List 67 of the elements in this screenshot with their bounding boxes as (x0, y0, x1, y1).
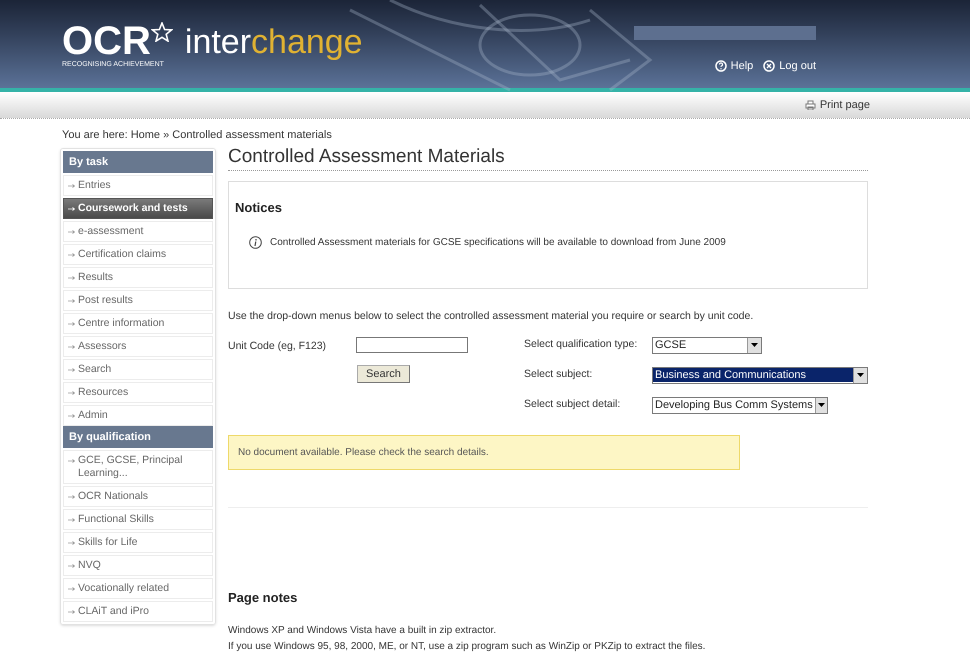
sidebar-item[interactable]: Skills for Life (63, 532, 213, 553)
arrow-icon (68, 564, 75, 568)
dropdown[interactable]: Business and Communications (652, 366, 868, 384)
dropdown[interactable]: GCSE (652, 336, 762, 354)
arrow-icon (68, 610, 75, 614)
arrow-icon (68, 253, 75, 257)
select-label: Select subject detail: (524, 397, 622, 412)
sidebar-item[interactable]: Entries (63, 175, 213, 196)
sidebar-item[interactable]: Results (63, 267, 213, 288)
sidebar-item[interactable]: Post results (63, 290, 213, 311)
sidebar-heading: By task (63, 151, 213, 173)
sidebar-item[interactable]: OCR Nationals (63, 486, 213, 507)
sidebar-item[interactable]: NVQ (63, 555, 213, 576)
sidebar-item[interactable]: Coursework and tests (63, 198, 213, 219)
help-icon (714, 60, 727, 72)
arrow-icon (68, 345, 75, 349)
printer-icon (804, 100, 816, 110)
arrow-icon (68, 459, 75, 463)
arrow-icon (68, 541, 75, 545)
arrow-icon (68, 587, 75, 591)
message-box: No document available. Please check the search details. (228, 434, 740, 470)
unit-code-field[interactable] (356, 336, 468, 353)
arrow-icon (68, 207, 75, 211)
unit-code-label: Unit Code (eg, F123) (228, 338, 328, 354)
sidebar-item[interactable]: Resources (63, 382, 213, 403)
arrow-icon (68, 230, 75, 234)
header-link[interactable]: Log out (763, 58, 816, 74)
page-notes-text: If you use Windows 95, 98, 2000, ME, or NT, use a zip program such as WinZip or PKZip to extract the files. (228, 640, 706, 654)
sidebar-item[interactable]: GCE, GCSE, Principal Learning... (63, 450, 213, 484)
select-label: Select qualification type: (524, 337, 638, 352)
arrow-icon (68, 414, 75, 418)
header-link[interactable]: Help (714, 58, 754, 74)
search-button[interactable]: Search (357, 364, 410, 383)
sidebar-item[interactable]: Vocationally related (63, 578, 213, 599)
arrow-icon (68, 495, 75, 499)
select-label: Select subject: (524, 367, 594, 382)
logo-wordmark: OCR (62, 22, 151, 60)
arrow-icon (68, 518, 75, 522)
page-notes-heading: Page notes (228, 588, 298, 607)
arrow-icon (68, 299, 75, 303)
sidebar-item[interactable]: Admin (63, 405, 213, 426)
sidebar-item[interactable]: Search (63, 359, 213, 380)
sidebar-item[interactable]: Functional Skills (63, 509, 213, 530)
breadcrumb: You are here: Home » Controlled assessment materials (62, 129, 333, 142)
page-title: Controlled Assessment Materials (228, 146, 868, 171)
sidebar-item[interactable]: Certification claims (63, 244, 213, 265)
sidebar-item[interactable]: Centre information (63, 313, 213, 334)
dropdown[interactable]: Developing Bus Comm Systems (652, 396, 828, 414)
arrow-icon (68, 276, 75, 280)
notices-heading: Notices (235, 199, 283, 217)
instructions-text: Use the drop-down menus below to select the controlled assessment material you require or search by unit code. (228, 309, 754, 324)
page-notes-text: Windows XP and Windows Vista have a built in zip extractor. (228, 624, 498, 638)
sidebar-item[interactable]: Assessors (63, 336, 213, 357)
sidebar-item[interactable]: e-assessment (63, 221, 213, 242)
info-icon (249, 236, 262, 248)
star-icon (150, 22, 173, 42)
arrow-icon (68, 184, 75, 188)
arrow-icon (68, 391, 75, 395)
close-circle-icon (763, 60, 776, 72)
notice-text: Controlled Assessment materials for GCSE specifications will be available to download from June 2009 (270, 236, 726, 250)
app-name: interchange (184, 22, 363, 62)
sidebar-item[interactable]: CLAiT and iPro (63, 601, 213, 622)
header-field[interactable] (634, 26, 816, 40)
print-link[interactable]: Print page (804, 96, 870, 114)
arrow-icon (68, 368, 75, 372)
sidebar-heading: By qualification (63, 426, 213, 448)
arrow-icon (68, 322, 75, 326)
